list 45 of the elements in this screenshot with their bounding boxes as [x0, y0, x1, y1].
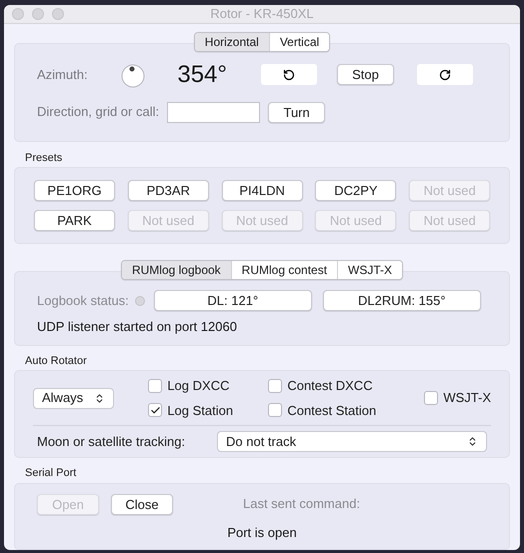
direction-label: Direction, grid or call:: [37, 103, 160, 122]
stop-button[interactable]: Stop: [337, 64, 394, 85]
knob-icon: [121, 64, 145, 88]
bearing-button[interactable]: DL2RUM: 155°: [322, 290, 481, 311]
last-command-label: Last sent command:: [243, 495, 360, 514]
rotate-left-icon: [283, 68, 295, 80]
window-control-icon[interactable]: [12, 8, 24, 20]
check-icon: [150, 404, 161, 416]
preset-button[interactable]: PE1ORG: [34, 180, 115, 201]
close-button[interactable]: Close: [111, 494, 173, 514]
direction-field[interactable]: [167, 102, 260, 122]
tracking-label: Moon or satellite tracking:: [37, 432, 186, 451]
checkbox[interactable]: Contest Station: [268, 400, 418, 420]
udp-message: UDP listener started on port 12060: [37, 318, 238, 336]
checkbox[interactable]: WSJT-X: [424, 388, 491, 408]
azimuth-reading: 354°: [176, 60, 227, 90]
turn-button[interactable]: Turn: [268, 102, 326, 122]
window-title: Rotor - KR-450XL: [210, 5, 314, 23]
chevrons-icon: [467, 436, 478, 447]
section-title: Presets: [25, 150, 64, 166]
section-title: Serial Port: [25, 466, 78, 481]
checkbox[interactable]: Log Station: [148, 400, 268, 420]
section-title: Auto Rotator: [25, 354, 88, 368]
tab[interactable]: Horizontal: [194, 32, 269, 50]
tab[interactable]: Vertical: [268, 32, 330, 50]
azimuth-label: Azimuth:: [37, 66, 89, 84]
tab[interactable]: WSJT-X: [337, 261, 402, 279]
checkbox[interactable]: Contest DXCC: [268, 376, 418, 396]
tracking-select[interactable]: Do not track: [217, 431, 487, 452]
rotate-right-icon: [439, 68, 451, 80]
logbook-status-label: Logbook status:: [37, 292, 129, 310]
tab[interactable]: RUMlog contest: [230, 261, 338, 279]
rotate-right-button[interactable]: [417, 64, 473, 85]
mode-select[interactable]: Always: [33, 388, 114, 408]
preset-button[interactable]: PD3AR: [128, 180, 209, 201]
tab[interactable]: RUMlog logbook: [122, 261, 231, 279]
preset-button[interactable]: DC2PY: [315, 180, 396, 201]
checkbox[interactable]: Log DXCC: [148, 376, 268, 396]
preset-button[interactable]: PI4LDN: [222, 180, 303, 201]
rotate-left-button[interactable]: [261, 64, 317, 85]
preset-button[interactable]: PARK: [34, 210, 115, 231]
window-control-icon[interactable]: [52, 8, 64, 20]
port-status: Port is open: [226, 524, 298, 542]
bearing-button[interactable]: DL: 121°: [154, 290, 312, 311]
window-control-icon[interactable]: [32, 8, 44, 20]
